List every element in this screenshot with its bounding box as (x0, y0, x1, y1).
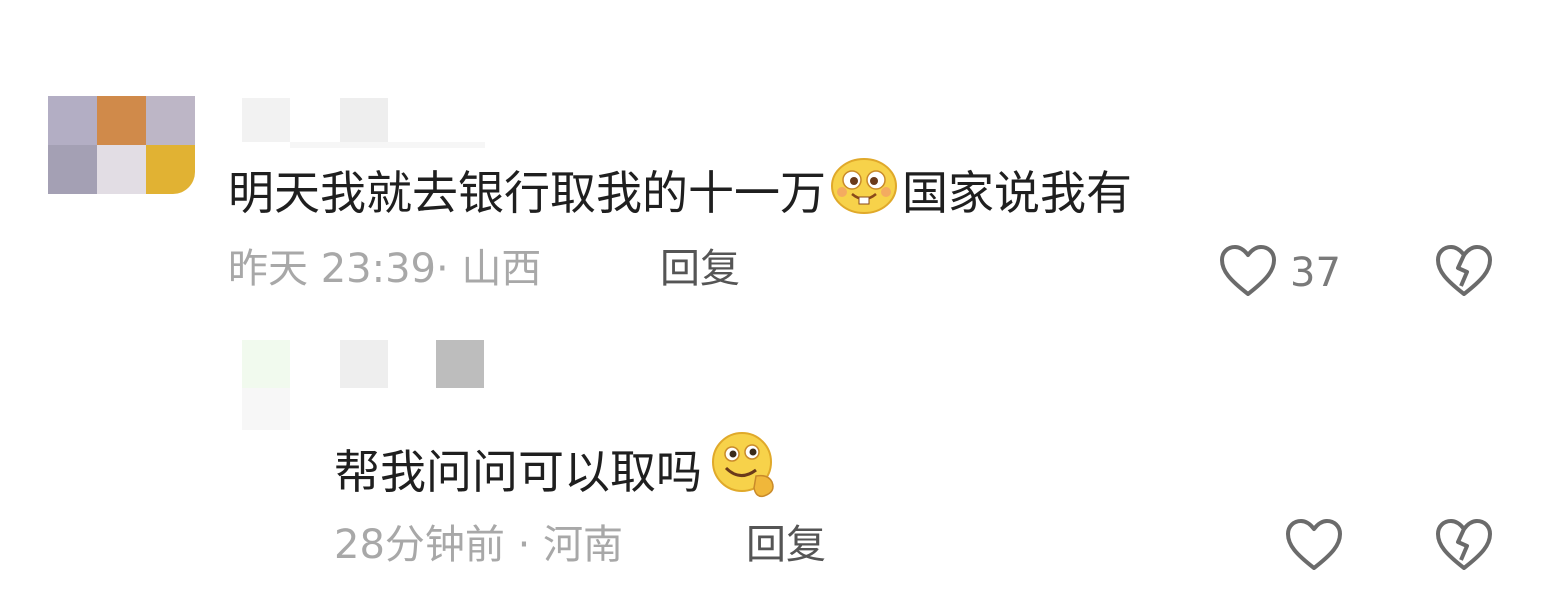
heart-icon (1284, 518, 1344, 576)
broken-heart-icon (1434, 245, 1494, 302)
comment-text-part2: 国家说我有 (902, 166, 1132, 220)
username-blurred[interactable] (340, 98, 388, 142)
thinking-smile-emoji (706, 430, 782, 514)
reply-time: 28分钟前 (334, 522, 505, 568)
comment-meta: 昨天 23:39· 山西 (228, 244, 541, 294)
reply-avatar-blurred[interactable] (242, 340, 290, 388)
comment-text-part1: 明天我就去银行取我的十一万 (228, 166, 826, 220)
like-button[interactable]: 37 (1218, 244, 1341, 302)
grin-emoji (830, 156, 898, 230)
comment-thread: 明天我就去银行取我的十一万 国家说我有 昨天 23:39· 山西 回复 37 帮… (0, 0, 1555, 600)
reply-location: 河南 (543, 522, 624, 568)
reply-button[interactable]: 回复 (660, 244, 740, 294)
reply-username-blurred[interactable] (340, 340, 388, 388)
reply-text-body: 帮我问问可以取吗 (334, 445, 702, 499)
reply-username-blurred[interactable] (436, 340, 484, 388)
dislike-button[interactable] (1434, 244, 1494, 302)
reply-meta: 28分钟前 · 河南 (334, 520, 623, 570)
meta-separator: · (436, 246, 449, 292)
username-blurred[interactable] (242, 98, 290, 142)
heart-icon (1218, 244, 1278, 302)
reply-avatar-blurred[interactable] (242, 388, 290, 430)
like-count: 37 (1290, 250, 1341, 296)
comment-time: 昨天 23:39 (228, 246, 436, 292)
like-button[interactable] (1284, 518, 1344, 576)
reply-text: 帮我问问可以取吗 (334, 430, 786, 514)
meta-separator: · (517, 522, 531, 568)
avatar[interactable] (48, 96, 195, 194)
dislike-button[interactable] (1434, 518, 1494, 576)
reply-button[interactable]: 回复 (746, 520, 826, 570)
broken-heart-icon (1434, 519, 1494, 576)
username-blurred (290, 142, 485, 148)
comment-location: 山西 (461, 246, 542, 292)
comment-text: 明天我就去银行取我的十一万 国家说我有 (228, 156, 1132, 230)
